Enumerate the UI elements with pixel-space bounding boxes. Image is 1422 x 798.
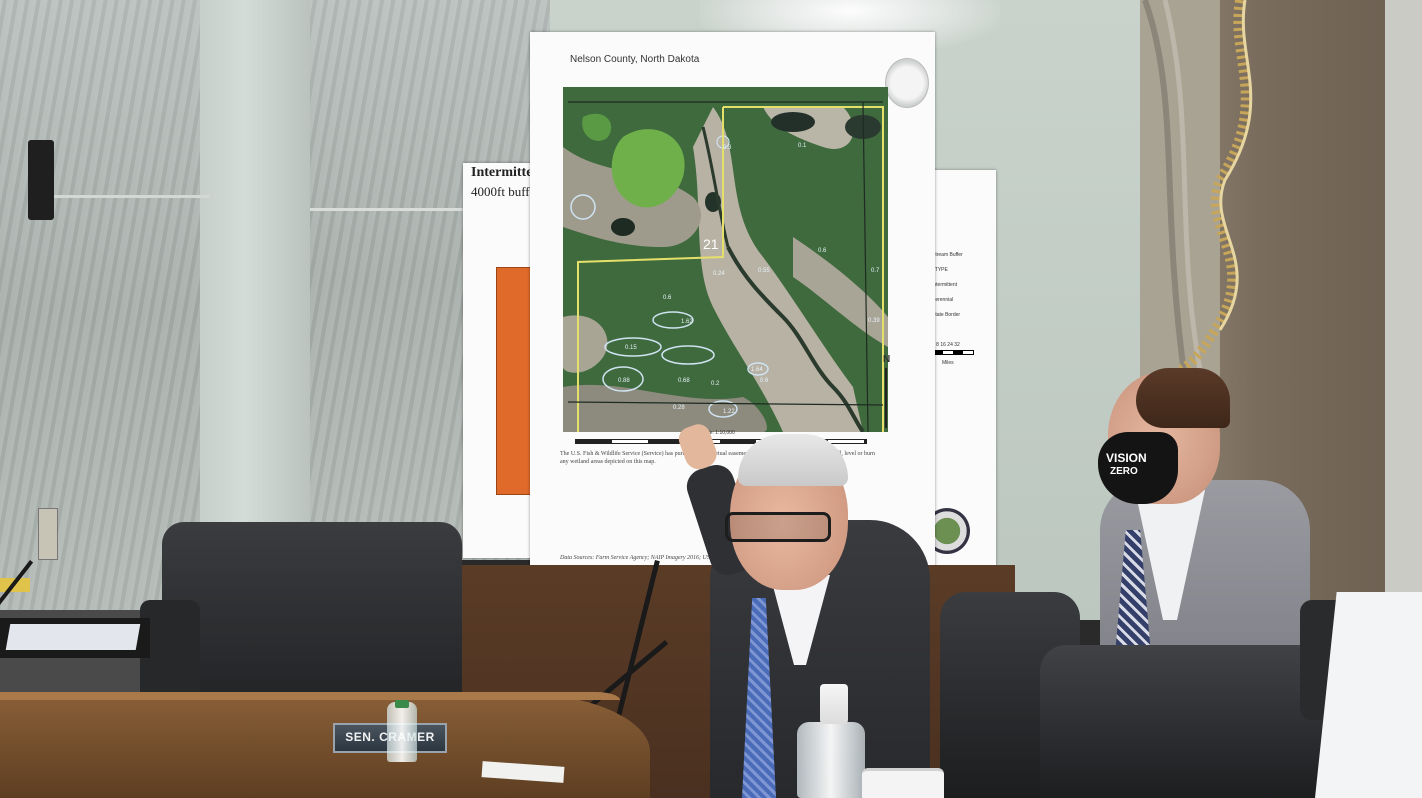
north-arrow-icon [885, 368, 887, 428]
wetland-label: 0.3 [723, 145, 732, 151]
usfws-logo [885, 58, 929, 108]
legend-item: Stream Buffer [932, 252, 963, 258]
desk-edge [0, 692, 620, 700]
legend-item: Perennial [932, 297, 954, 303]
right-chair-2 [1040, 645, 1325, 798]
wetland-label: 0.1 [798, 143, 807, 149]
wetland-label: 0.7 [871, 268, 880, 274]
wetland-label: 0.55 [758, 268, 770, 274]
scale-unit: Miles [942, 360, 954, 366]
sanitizer-pump [820, 684, 848, 724]
section-number: 21 [703, 236, 719, 252]
aerial-wetland-map: 0.3 0.1 0.24 0.6 1.62 0.55 0.6 0.15 0.68… [563, 87, 888, 432]
mask-text-line1: VISION [1106, 451, 1147, 465]
wetland-label: 0.6 [663, 295, 672, 301]
wetland-label: 0.28 [673, 405, 685, 411]
wetland-label: 0.2 [711, 381, 720, 387]
left-board-subtitle: 4000ft buff [471, 184, 530, 199]
wall-speaker [28, 140, 54, 220]
legend-item: State Border [932, 312, 961, 318]
desk-paper [5, 624, 141, 650]
scale-bar [932, 350, 974, 355]
aide-hair [1136, 368, 1230, 428]
north-label: N [883, 354, 891, 365]
wetland-label: 0.6 [760, 378, 769, 384]
bottle-cap [395, 700, 409, 708]
legend-list: Stream Buffer _TYPE Intermittent Perenni… [932, 252, 963, 327]
wetland-label: 1.22 [723, 409, 735, 415]
wetland-label: 1.64 [751, 367, 763, 373]
marble-seam-left [50, 195, 210, 198]
wall-outlet [38, 508, 58, 560]
hearing-room-scene: Intermitten 4000ft buff Stream Buffer _T… [0, 0, 1422, 798]
hand-sanitizer-bottle [797, 722, 865, 798]
wetland-label: 0.68 [678, 378, 690, 384]
water-bottle [387, 702, 417, 762]
wetland-label: 0.24 [713, 271, 725, 277]
aide-face-mask: VISION ZERO [1098, 432, 1178, 504]
legend-item: _TYPE [932, 267, 948, 273]
map-title: Nelson County, North Dakota [570, 54, 700, 65]
coffee-cup [862, 768, 944, 798]
scale-numbers: 0 8 16 24 32 [932, 342, 960, 348]
wetland-label: 0.39 [868, 318, 880, 324]
legend-item: Intermittent [932, 282, 958, 288]
wetland-label: 0.6 [818, 248, 827, 254]
senator-glasses [725, 512, 831, 542]
mask-text-line2: ZERO [1110, 466, 1138, 477]
wetland-label: 1.62 [681, 319, 693, 325]
wetland-label: 0.88 [618, 378, 630, 384]
wetland-label: 0.15 [625, 345, 637, 351]
